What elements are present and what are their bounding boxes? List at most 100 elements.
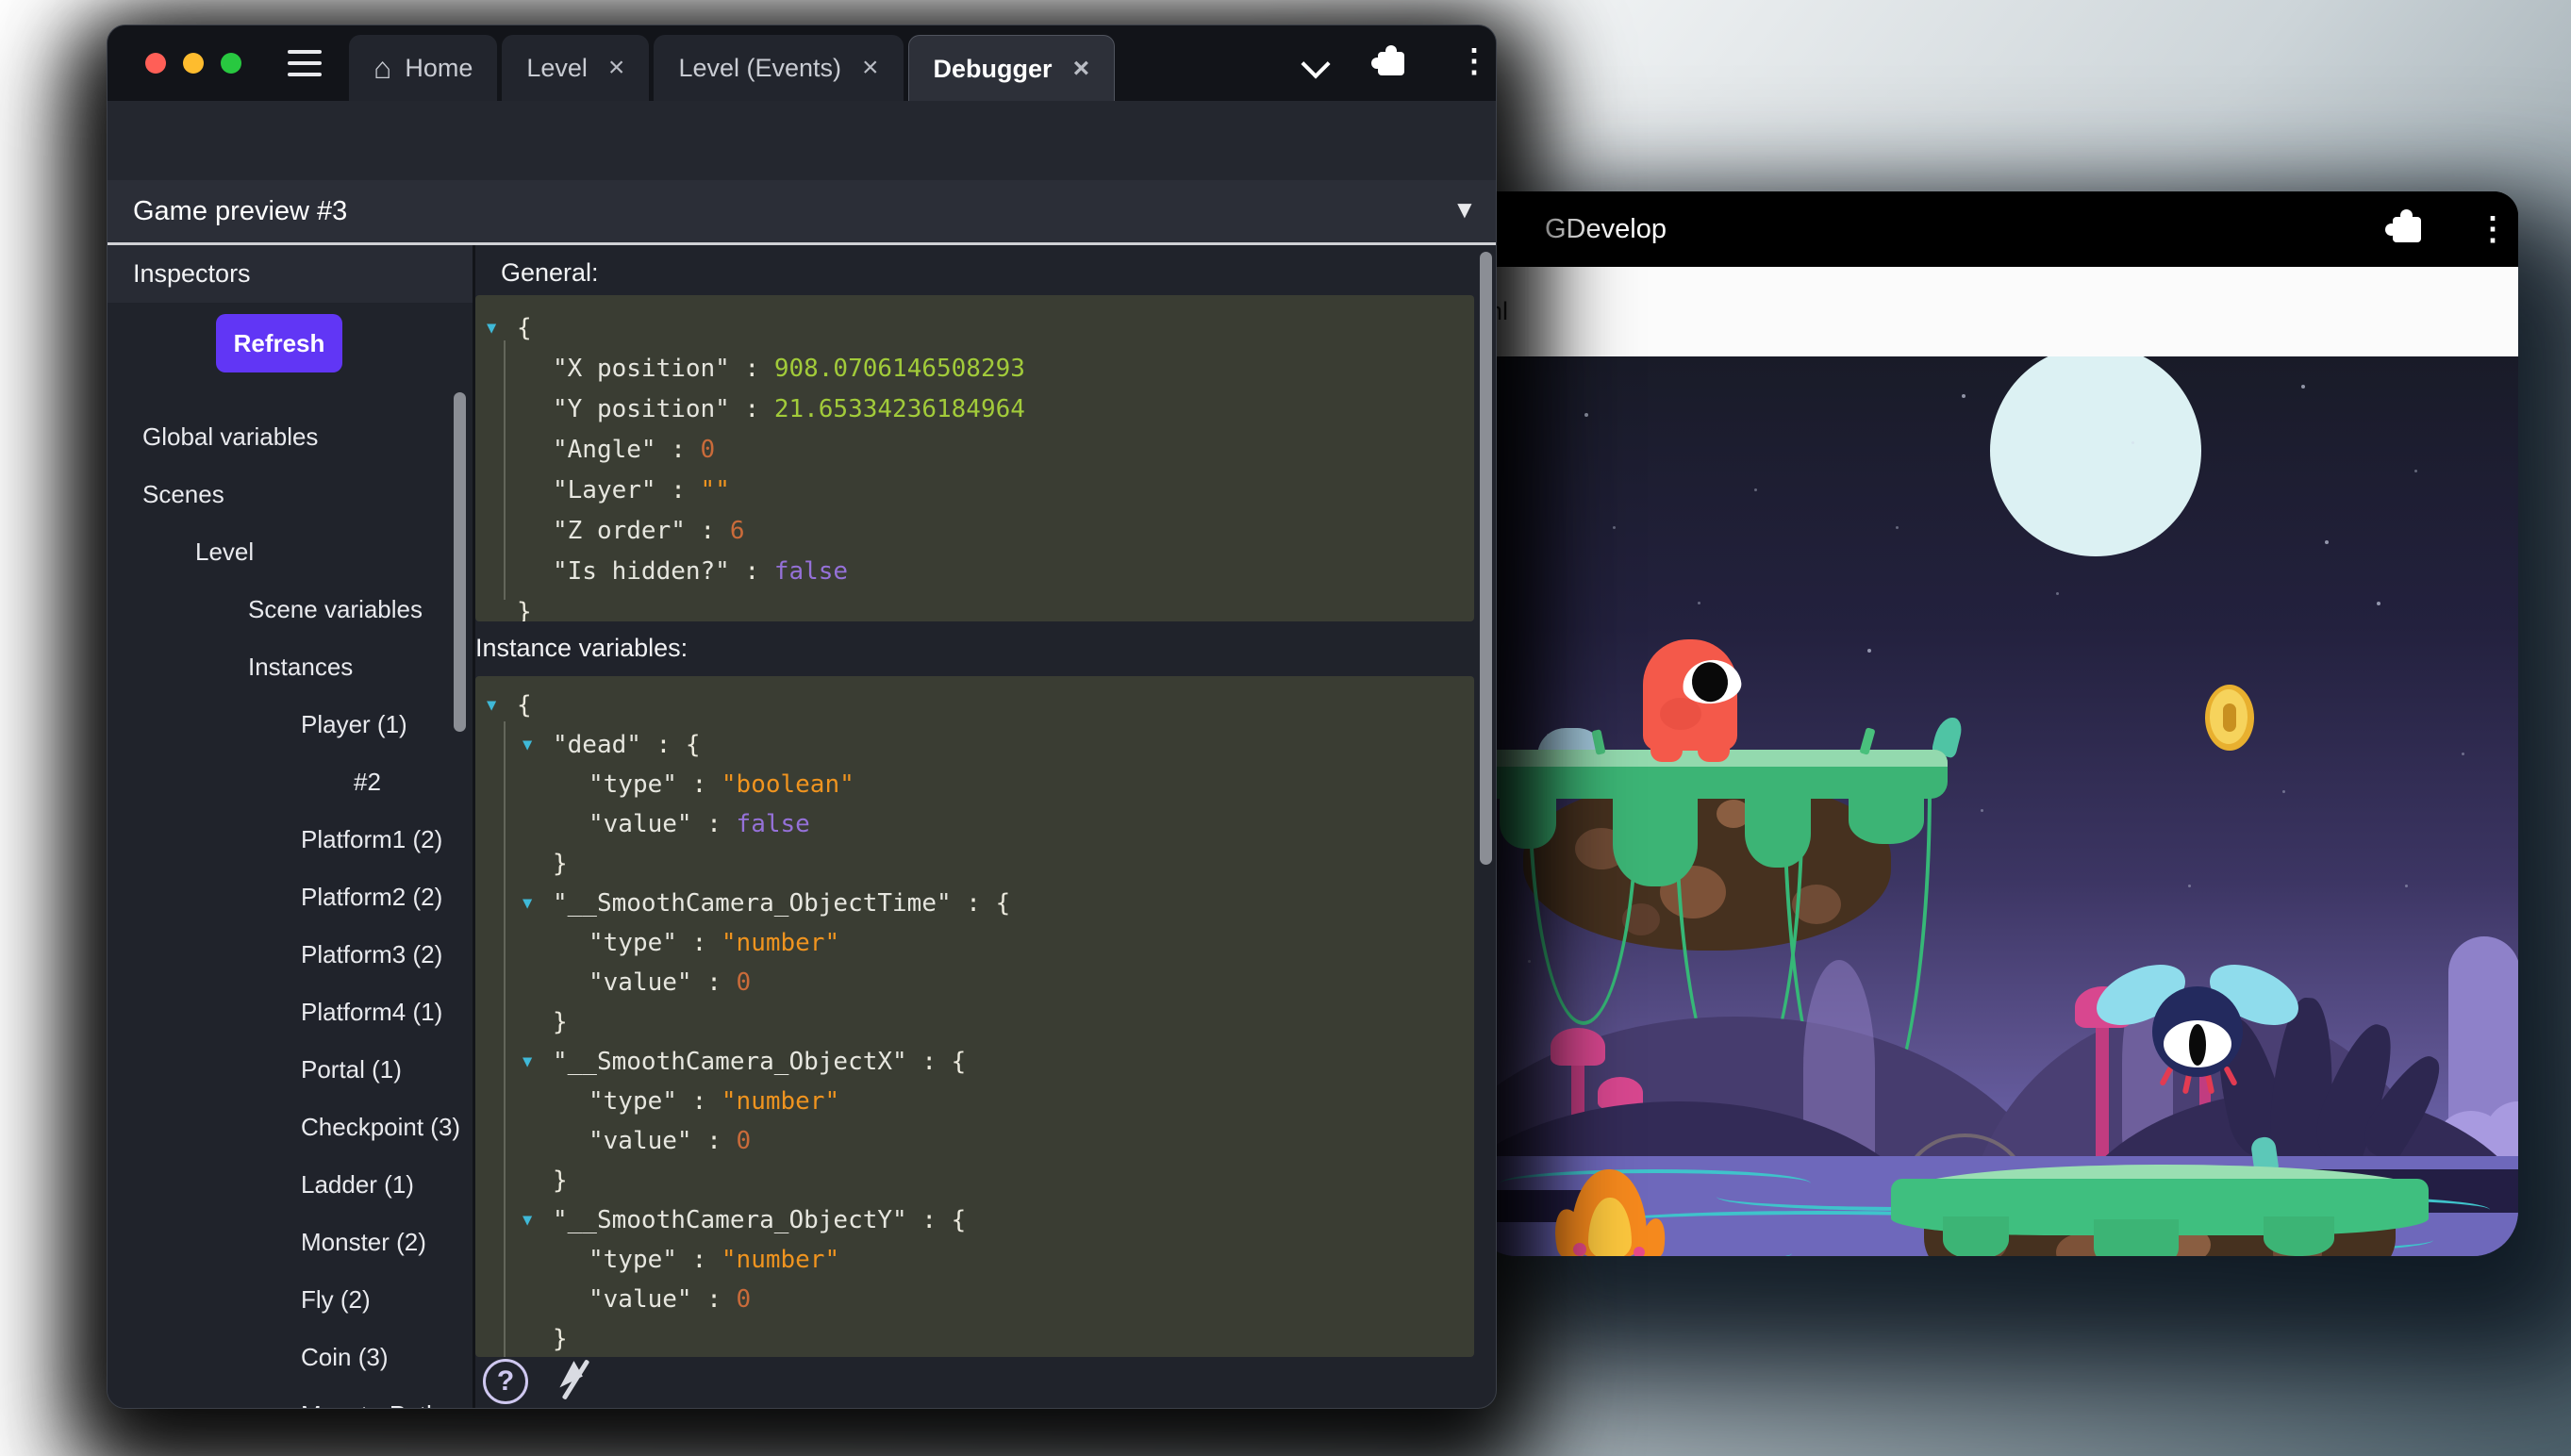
collapse-caret-icon[interactable]: ▼ — [522, 1200, 532, 1240]
tree-item-fly-2-[interactable]: Fly (2) — [108, 1271, 473, 1329]
disable-picking-cursor-icon[interactable] — [555, 1357, 598, 1404]
json-colon: : — [677, 929, 722, 957]
tree-item-platform3-2-[interactable]: Platform3 (2) — [108, 926, 473, 984]
gdevelop-address-bar: html — [1471, 267, 2518, 357]
json-colon: : — [730, 355, 774, 383]
json-row--smoothcamera-objecty: ▼"__SmoothCamera_ObjectY" : { — [475, 1200, 1474, 1240]
json-row-close: } — [475, 844, 1474, 884]
close-tab-icon[interactable]: × — [862, 52, 879, 84]
close-tab-icon[interactable]: × — [608, 52, 625, 84]
json-value: "number" — [722, 1087, 839, 1116]
kebab-menu-icon[interactable]: ⋮ — [1458, 44, 1490, 78]
json-colon: : — [692, 1127, 737, 1155]
tree-item-platform1-2-[interactable]: Platform1 (2) — [108, 811, 473, 869]
mushroom-cap — [1551, 1028, 1605, 1066]
grass-drip — [1849, 792, 1924, 844]
sidebar-scrollbar[interactable] — [454, 392, 466, 732]
json-key: "type" — [589, 1087, 677, 1116]
extensions-puzzle-icon[interactable] — [2393, 217, 2421, 242]
tab-label: Debugger — [934, 55, 1053, 84]
extensions-puzzle-icon[interactable] — [1378, 52, 1404, 75]
json-key: "value" — [589, 810, 692, 838]
general-section-title: General: — [501, 258, 599, 288]
json-row-type: "type" : "number" — [475, 923, 1474, 963]
tree-item-scenes[interactable]: Scenes — [108, 466, 473, 523]
indent-guide — [504, 721, 506, 1357]
json-key: "__SmoothCamera_ObjectX" — [553, 1048, 907, 1076]
star — [1981, 809, 1983, 812]
tree-item-portal-1-[interactable]: Portal (1) — [108, 1041, 473, 1099]
maximize-window-button[interactable] — [221, 53, 241, 74]
json-row-root: ▼{ — [475, 686, 1474, 725]
star — [1896, 526, 1899, 529]
main-scrollbar[interactable] — [1480, 252, 1492, 865]
tree-item-checkpoint-3-[interactable]: Checkpoint (3) — [108, 1099, 473, 1156]
player-pupil — [1690, 660, 1730, 703]
json-value: 0 — [737, 1285, 752, 1314]
tabs-row: ⌂HomeLevel×Level (Events)× Debugger × — [349, 35, 1115, 101]
tab-debugger[interactable]: Debugger × — [908, 35, 1116, 102]
tree-item-global-variables[interactable]: Global variables — [108, 408, 473, 466]
tree-item-monsterpath[interactable]: MonsterPath — [108, 1386, 473, 1408]
tree-item-instances[interactable]: Instances — [108, 638, 473, 696]
json-row-type: "type" : "boolean" — [475, 765, 1474, 804]
collapse-caret-icon[interactable]: ▼ — [487, 686, 496, 725]
refresh-button[interactable]: Refresh — [216, 314, 342, 372]
tab-level[interactable]: Level× — [502, 35, 649, 101]
collapse-caret-icon[interactable]: ▼ — [522, 725, 532, 765]
tree-item-platform2-2-[interactable]: Platform2 (2) — [108, 869, 473, 926]
hamburger-menu-icon[interactable] — [288, 50, 322, 76]
collapse-caret-icon[interactable]: ▼ — [487, 308, 496, 349]
inspector-main-panel: General: ▼{"X position" : 908.0706146508… — [475, 245, 1496, 1408]
json-colon: : — [730, 557, 774, 586]
tree-item-monster-2-[interactable]: Monster (2) — [108, 1214, 473, 1271]
collapse-caret-icon[interactable]: ▼ — [522, 1042, 532, 1082]
star — [2188, 885, 2191, 887]
collapse-caret-icon[interactable]: ▼ — [522, 884, 532, 923]
json-row-dead: ▼"dead" : { — [475, 725, 1474, 765]
json-value: 0 — [737, 968, 752, 997]
json-colon: : — [641, 731, 686, 759]
player-belly-shade — [1660, 698, 1701, 730]
player-character — [1643, 639, 1737, 764]
json-key: "__SmoothCamera_ObjectY" — [553, 1206, 907, 1234]
tab-home[interactable]: ⌂Home — [349, 35, 497, 101]
game-viewport[interactable] — [1471, 356, 2518, 1256]
help-icon[interactable]: ? — [483, 1359, 528, 1404]
tab-label: Home — [405, 54, 473, 83]
tree-item-level[interactable]: Level — [108, 523, 473, 581]
debugger-toolbar: › Pause — [108, 101, 1496, 180]
grass-drip — [2094, 1219, 2179, 1256]
caret-down-icon[interactable]: ▼ — [1452, 180, 1477, 242]
star — [2131, 441, 2134, 444]
tree-item-ladder-1-[interactable]: Ladder (1) — [108, 1156, 473, 1214]
json-open-brace: { — [517, 691, 532, 720]
tree-item-scene-variables[interactable]: Scene variables — [108, 581, 473, 638]
inspector-tree: Global variablesScenesLevelScene variabl… — [108, 408, 473, 1408]
tree-item-coin-3-[interactable]: Coin (3) — [108, 1329, 473, 1386]
json-colon: : — [677, 770, 722, 799]
star — [1962, 394, 1966, 398]
grass-drip — [1943, 1216, 2009, 1256]
close-window-button[interactable] — [145, 53, 166, 74]
json-row-angle: "Angle" : 0 — [475, 430, 1474, 471]
chevron-down-icon[interactable] — [1301, 49, 1330, 78]
minimize-window-button[interactable] — [183, 53, 204, 74]
tree-item-player-1-[interactable]: Player (1) — [108, 696, 473, 753]
json-colon: : — [907, 1048, 952, 1076]
instance-variables-section-title: Instance variables: — [475, 634, 688, 663]
kebab-menu-icon[interactable]: ⋮ — [2477, 212, 2509, 246]
preview-selector[interactable]: Game preview #3 ▼ — [108, 180, 1496, 242]
json-colon: : — [692, 1285, 737, 1314]
json-row-close: } — [475, 592, 1474, 621]
tab-level-events-[interactable]: Level (Events)× — [654, 35, 903, 101]
json-row-close: } — [475, 1002, 1474, 1042]
tree-item--2[interactable]: #2 — [108, 753, 473, 811]
tree-item-platform4-1-[interactable]: Platform4 (1) — [108, 984, 473, 1041]
json-close-brace: } — [517, 598, 532, 621]
json-colon: : — [656, 476, 701, 505]
json-value: "number" — [722, 929, 839, 957]
json-row-layer: "Layer" : "" — [475, 471, 1474, 511]
close-tab-icon[interactable]: × — [1073, 53, 1090, 85]
json-key: "Y position" — [553, 395, 730, 423]
